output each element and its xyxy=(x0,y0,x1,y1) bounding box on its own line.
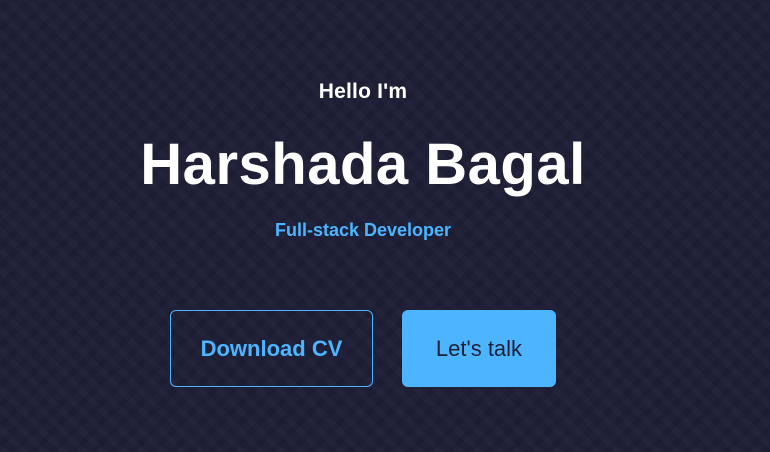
hero-section: Hello I'm Harshada Bagal Full-stack Deve… xyxy=(0,0,726,452)
greeting-text: Hello I'm xyxy=(318,80,408,103)
lets-talk-button[interactable]: Let's talk xyxy=(402,310,556,387)
role-subtitle: Full-stack Developer xyxy=(274,220,452,240)
download-cv-button[interactable]: Download CV xyxy=(170,310,373,387)
page-title: Harshada Bagal xyxy=(140,132,586,197)
